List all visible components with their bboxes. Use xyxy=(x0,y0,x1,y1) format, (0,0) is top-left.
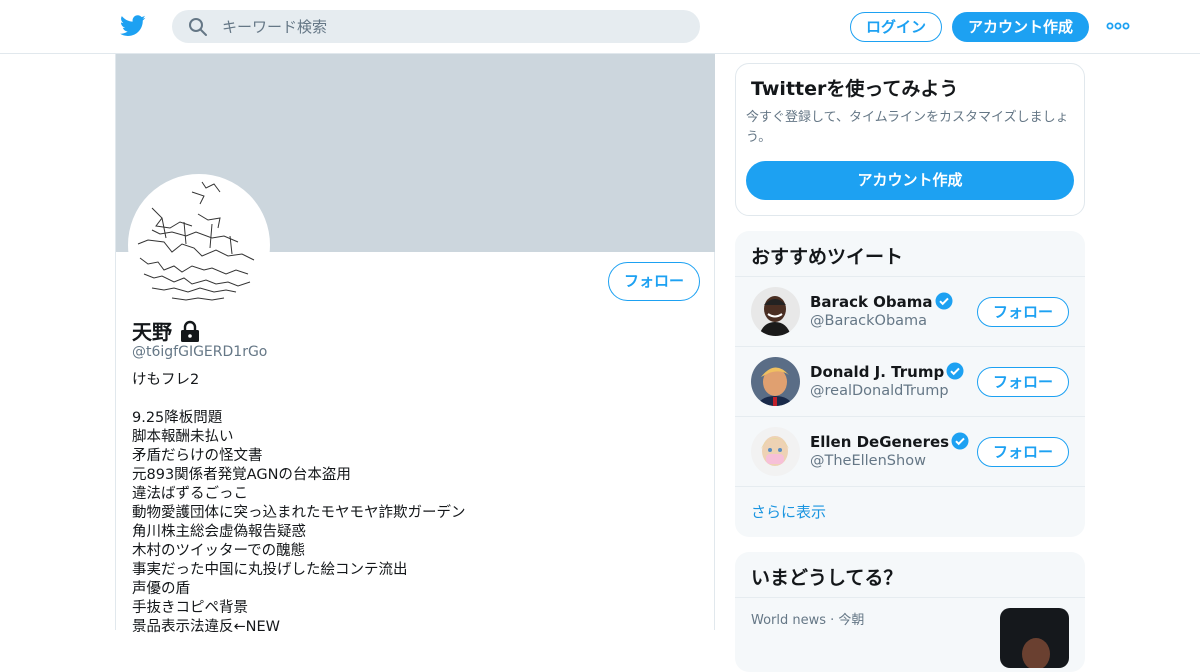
login-button[interactable]: ログイン xyxy=(850,12,942,42)
profile-avatar[interactable] xyxy=(128,174,270,316)
signup-card-title: Twitterを使ってみよう xyxy=(751,78,959,100)
verified-badge-icon xyxy=(935,292,953,310)
profile-name-row: 天野 xyxy=(132,316,201,344)
more-dots-icon[interactable] xyxy=(1106,20,1130,32)
user-name[interactable]: Ellen DeGeneres xyxy=(810,433,949,451)
trend-thumbnail[interactable] xyxy=(1000,608,1069,668)
bio-line: 角川株主総会虚偽報告疑惑 xyxy=(132,524,306,540)
verified-badge-icon xyxy=(951,432,969,450)
show-more-link[interactable]: さらに表示 xyxy=(751,501,826,522)
signup-card: Twitterを使ってみよう 今すぐ登録して、タイムラインをカスタマイズしましょ… xyxy=(735,63,1085,216)
ascii-art-avatar-image xyxy=(137,181,255,301)
follow-button[interactable]: フォロー xyxy=(608,262,700,301)
user-name[interactable]: Barack Obama xyxy=(810,293,933,311)
bio-line: 声優の盾 xyxy=(132,581,190,597)
bio-line: 手抜きコピペ背景 xyxy=(132,600,248,616)
profile-handle: @t6igfGIGERD1rGo xyxy=(132,344,268,360)
signup-card-description: 今すぐ登録して、タイムラインをカスタマイズしましょう。 xyxy=(746,110,1069,145)
follow-button[interactable]: フォロー xyxy=(977,367,1069,397)
verified-badge-icon xyxy=(946,362,964,380)
divider xyxy=(735,597,1085,598)
search-icon xyxy=(189,18,207,36)
lock-icon xyxy=(181,320,200,342)
top-navigation-bar: ログイン アカウント作成 xyxy=(0,0,1200,54)
user-handle: @BarackObama xyxy=(810,313,928,329)
bio-line: 木村のツイッターでの醜態 xyxy=(132,543,306,559)
recommended-user-row[interactable]: Barack Obama @BarackObama フォロー xyxy=(735,277,1085,347)
bio-line: 元893関係者発覚AGNの台本盗用 xyxy=(132,467,351,483)
recommended-user-row[interactable]: Donald J. Trump @realDonaldTrump フォロー xyxy=(735,347,1085,417)
divider xyxy=(735,486,1085,487)
user-handle: @TheEllenShow xyxy=(810,453,926,469)
profile-name: 天野 xyxy=(132,320,172,344)
bio-line: けもフレ2 xyxy=(132,372,200,388)
user-avatar[interactable] xyxy=(751,357,800,406)
follow-button[interactable]: フォロー xyxy=(977,297,1069,327)
bio-line: 事実だった中国に丸投げした絵コンテ流出 xyxy=(132,562,408,578)
trend-thumbnail-image xyxy=(1022,638,1050,668)
signup-button[interactable]: アカウント作成 xyxy=(952,12,1089,42)
bio-blank-line xyxy=(132,390,692,409)
user-handle: @realDonaldTrump xyxy=(810,383,949,399)
bio-line: 矛盾だらけの怪文書 xyxy=(132,448,263,464)
user-name[interactable]: Donald J. Trump xyxy=(810,363,944,381)
twitter-logo-icon[interactable] xyxy=(120,14,146,38)
follow-button[interactable]: フォロー xyxy=(977,437,1069,467)
search-input[interactable] xyxy=(222,10,682,43)
signup-card-button[interactable]: アカウント作成 xyxy=(746,161,1074,200)
trend-meta: World news · 今朝 xyxy=(751,613,865,628)
search-box[interactable] xyxy=(172,10,700,43)
recommended-users-card: おすすめツイート Barack Obama @BarackObama フォロー … xyxy=(735,231,1085,537)
profile-column: フォロー 天野 @t6igfGIGERD1rGo けもフレ2 9.25降板問題 … xyxy=(115,54,715,635)
bio-line: 違法ばずるごっこ xyxy=(132,486,248,502)
bio-line: 景品表示法違反←NEW xyxy=(132,619,280,635)
user-avatar[interactable] xyxy=(751,287,800,336)
trends-title: いまどうしてる？ xyxy=(751,567,903,589)
bio-line: 脚本報酬未払い xyxy=(132,429,234,445)
user-avatar[interactable] xyxy=(751,427,800,476)
recommended-user-row[interactable]: Ellen DeGeneres @TheEllenShow フォロー xyxy=(735,417,1085,487)
trends-card: いまどうしてる？ World news · 今朝 xyxy=(735,552,1085,672)
profile-bio: けもフレ2 9.25降板問題 脚本報酬未払い 矛盾だらけの怪文書 元893関係者… xyxy=(132,371,692,637)
bio-line: 動物愛護団体に突っ込まれたモヤモヤ詐欺ガーデン xyxy=(132,505,466,521)
recommended-title: おすすめツイート xyxy=(751,246,904,268)
bio-line: 9.25降板問題 xyxy=(132,410,223,426)
